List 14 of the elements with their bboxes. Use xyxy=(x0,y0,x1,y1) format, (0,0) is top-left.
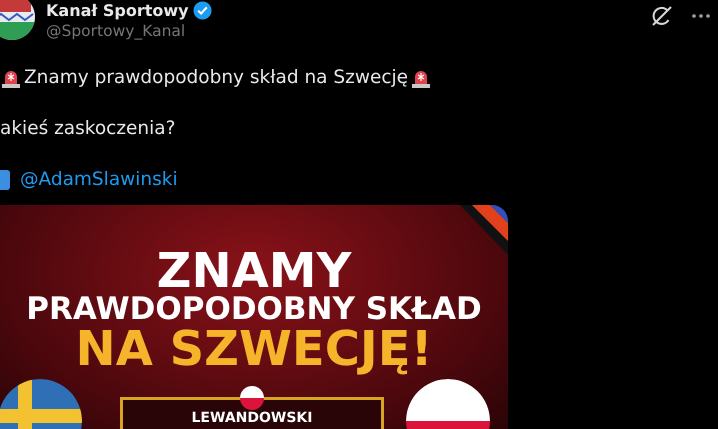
corner-ribbon-drawing xyxy=(460,205,508,255)
media-image[interactable]: ZNAMY PRAWDOPODOBNY SKŁAD NA SZWECJĘ! LEWANDOWSKI xyxy=(0,205,508,429)
player-name: LEWANDOWSKI xyxy=(192,410,312,426)
author-name[interactable]: Kanał Sportowy xyxy=(46,1,189,20)
author-handle[interactable]: @Sportowy_Kanal xyxy=(46,22,212,40)
square-emoji-icon xyxy=(0,170,10,190)
mention-link[interactable]: @AdamSlawinski xyxy=(20,169,178,190)
tweet-text: Znamy prawdopodobny skład na Szwecję xyxy=(24,67,408,88)
poster-headline: ZNAMY xyxy=(156,249,352,293)
tweet-text: akieś zaskoczenia? xyxy=(0,118,176,139)
more-icon[interactable] xyxy=(692,14,710,18)
poland-flag-icon xyxy=(240,386,264,410)
poster-subheadline: PRAWDOPODOBNY SKŁAD xyxy=(26,293,482,325)
poster-highlight: NA SZWECJĘ! xyxy=(76,325,432,373)
